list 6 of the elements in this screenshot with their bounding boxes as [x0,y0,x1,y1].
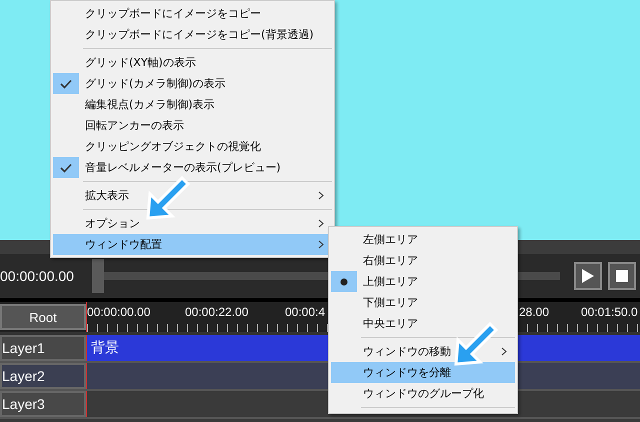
ruler-label: 28.00 [519,305,550,319]
ruler-label: 00:00:22.00 [185,305,248,319]
time-display: 00:00:00.00 [0,268,75,284]
ruler-label: 00:00:00.00 [87,305,150,319]
ruler-label: 00:01:50.0 [581,305,638,319]
ruler-label: 00:00:4 [285,305,326,319]
